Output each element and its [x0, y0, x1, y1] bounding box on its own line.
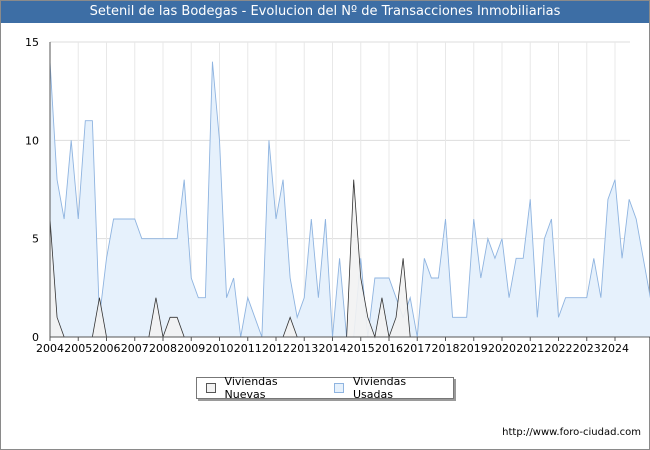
- legend: Viviendas Nuevas Viviendas Usadas: [196, 375, 454, 401]
- x-tick-label: 2024: [601, 342, 629, 355]
- x-tick-label: 2006: [93, 342, 121, 355]
- x-tick-label: 2005: [64, 342, 92, 355]
- y-tick-label: 5: [32, 233, 39, 246]
- legend-label-nuevas: Viviendas Nuevas: [224, 375, 278, 401]
- x-tick-label: 2020: [488, 342, 516, 355]
- x-tick-label: 2019: [460, 342, 488, 355]
- x-tick-label: 2014: [319, 342, 347, 355]
- x-tick-label: 2013: [290, 342, 318, 355]
- x-tick-label: 2017: [403, 342, 431, 355]
- legend-swatch-nuevas: [206, 383, 216, 393]
- x-tick-label: 2010: [206, 342, 234, 355]
- y-tick-label: 15: [25, 36, 39, 49]
- x-tick-label: 2021: [516, 342, 544, 355]
- legend-item-nuevas: Viviendas Nuevas: [206, 375, 316, 401]
- x-tick-label: 2015: [347, 342, 375, 355]
- x-tick-label: 2016: [375, 342, 403, 355]
- legend-item-usadas: Viviendas Usadas: [334, 375, 444, 401]
- x-tick-label: 2004: [36, 342, 64, 355]
- source-link[interactable]: http://www.foro-ciudad.com: [502, 427, 641, 438]
- legend-swatch-usadas: [334, 383, 344, 393]
- x-tick-label: 2011: [234, 342, 262, 355]
- x-tick-label: 2023: [573, 342, 601, 355]
- x-tick-label: 2018: [432, 342, 460, 355]
- x-tick-label: 2008: [149, 342, 177, 355]
- x-tick-label: 2007: [121, 342, 149, 355]
- x-tick-label: 2012: [262, 342, 290, 355]
- x-tick-label: 2022: [545, 342, 573, 355]
- x-tick-label: 2009: [177, 342, 205, 355]
- y-tick-label: 10: [25, 134, 39, 147]
- legend-label-usadas: Viviendas Usadas: [352, 375, 407, 401]
